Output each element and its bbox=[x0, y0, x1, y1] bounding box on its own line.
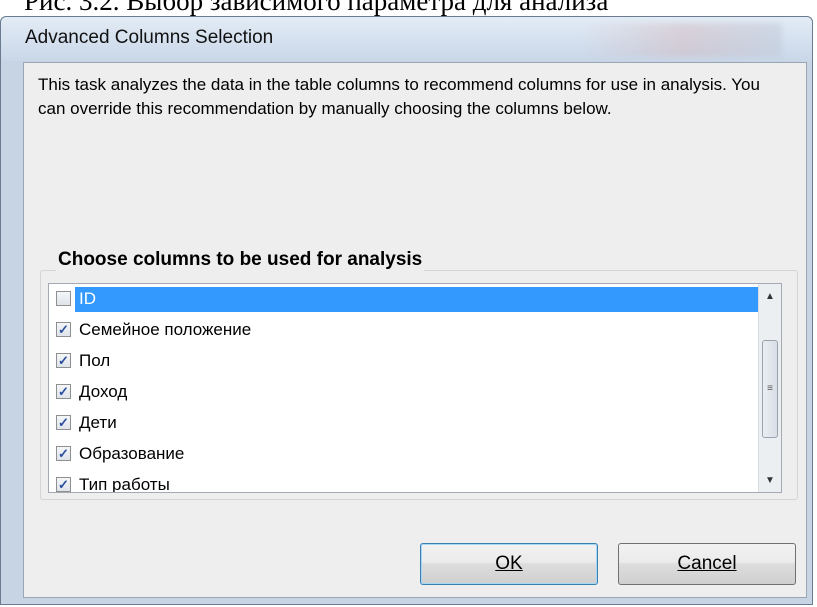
selection-highlight bbox=[75, 287, 759, 312]
column-list-item[interactable]: ✓ Пол bbox=[51, 349, 759, 379]
column-checkbox[interactable]: ✓ bbox=[56, 477, 71, 492]
ok-button[interactable]: OK bbox=[420, 543, 598, 585]
vertical-scrollbar[interactable]: ▲ ≡ ▼ bbox=[758, 284, 781, 492]
column-checkbox[interactable]: ✓ bbox=[56, 415, 71, 430]
column-list-item[interactable]: ID bbox=[51, 287, 759, 317]
check-icon: ✓ bbox=[58, 322, 69, 337]
column-label: Доход bbox=[79, 382, 128, 401]
column-list-item[interactable]: ✓ Тип работы bbox=[51, 473, 759, 493]
column-list-item[interactable]: ✓ Доход bbox=[51, 380, 759, 410]
cancel-button-label: Cancel bbox=[677, 553, 737, 574]
title-bar[interactable]: Advanced Columns Selection bbox=[1, 17, 812, 61]
scroll-down-arrow-icon[interactable]: ▼ bbox=[759, 470, 781, 492]
dialog-window: Advanced Columns Selection This task ana… bbox=[0, 16, 813, 605]
check-icon: ✓ bbox=[58, 353, 69, 368]
column-label: Образование bbox=[79, 444, 185, 463]
check-icon: ✓ bbox=[58, 384, 69, 399]
column-checkbox[interactable]: ✓ bbox=[56, 322, 71, 337]
column-label: Дети bbox=[79, 413, 117, 432]
column-list-item[interactable]: ✓ Дети bbox=[51, 411, 759, 441]
column-label: ID bbox=[79, 289, 96, 308]
check-icon: ✓ bbox=[58, 415, 69, 430]
columns-listbox[interactable]: ID ✓ Семейное положение ✓ Пол ✓ Доход ✓ Дети ✓ Обр… bbox=[48, 283, 782, 493]
cancel-button[interactable]: Cancel bbox=[618, 543, 796, 585]
column-label: Семейное положение bbox=[79, 320, 252, 339]
column-list-item[interactable]: ✓ Семейное положение bbox=[51, 318, 759, 348]
scroll-up-arrow-icon[interactable]: ▲ bbox=[759, 286, 781, 308]
check-icon: ✓ bbox=[58, 477, 69, 492]
description-text: This task analyzes the data in the table… bbox=[38, 75, 760, 118]
document-caption: Рис. 3.2. Выбор зависимого параметра для… bbox=[24, 0, 609, 16]
dialog-content: This task analyzes the data in the table… bbox=[23, 62, 807, 598]
column-checkbox[interactable]: ✓ bbox=[56, 446, 71, 461]
check-icon: ✓ bbox=[58, 446, 69, 461]
column-checkbox[interactable] bbox=[56, 291, 71, 306]
column-checkbox[interactable]: ✓ bbox=[56, 384, 71, 399]
column-list-item[interactable]: ✓ Образование bbox=[51, 442, 759, 472]
scroll-thumb[interactable]: ≡ bbox=[762, 340, 778, 438]
group-label: Choose columns to be used for analysis bbox=[56, 249, 425, 271]
window-title: Advanced Columns Selection bbox=[25, 27, 274, 48]
column-checkbox[interactable]: ✓ bbox=[56, 353, 71, 368]
ok-button-label: OK bbox=[495, 553, 523, 574]
column-label: Пол bbox=[79, 351, 111, 370]
column-label: Тип работы bbox=[79, 475, 170, 493]
